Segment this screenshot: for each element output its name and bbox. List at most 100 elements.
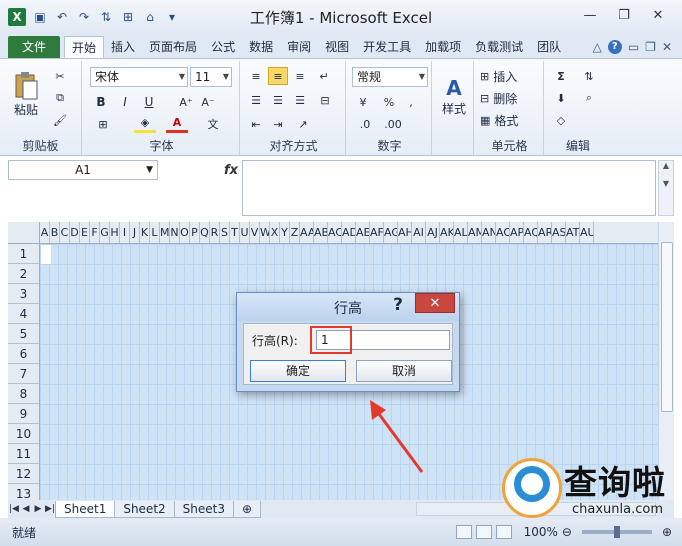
sort-filter-icon[interactable]: ⇅ xyxy=(578,67,600,85)
format-cells-button[interactable]: ▦ 格式 xyxy=(480,111,540,129)
font-color-icon[interactable]: A xyxy=(166,115,188,133)
align-top-icon[interactable]: ≡ xyxy=(246,67,266,85)
column-header[interactable]: R xyxy=(210,222,220,243)
orientation-icon[interactable]: ↗ xyxy=(292,115,314,133)
tab-load-test[interactable]: 负载测试 xyxy=(468,36,530,58)
column-header[interactable]: AG xyxy=(384,222,398,243)
column-header[interactable]: J xyxy=(130,222,140,243)
currency-icon[interactable]: ¥ xyxy=(352,93,374,111)
comma-icon[interactable]: , xyxy=(402,93,420,111)
zoom-slider[interactable] xyxy=(581,526,652,538)
font-size-combo[interactable]: 11 ▼ xyxy=(190,67,232,87)
row-header[interactable]: 12 xyxy=(8,464,39,484)
filter-icon[interactable]: ⊞ xyxy=(120,9,136,25)
fill-icon[interactable]: ⬇ xyxy=(550,89,572,107)
tab-insert[interactable]: 插入 xyxy=(104,36,142,58)
column-header[interactable]: I xyxy=(120,222,130,243)
column-header[interactable]: S xyxy=(220,222,230,243)
percent-button[interactable]: % xyxy=(380,93,398,111)
sort-icon[interactable]: ⇅ xyxy=(98,9,114,25)
merge-center-icon[interactable]: ⊟ xyxy=(314,91,336,109)
autosum-icon[interactable]: Σ xyxy=(550,67,572,85)
vertical-scroll-thumb[interactable] xyxy=(661,242,673,412)
row-header[interactable]: 5 xyxy=(8,324,39,344)
close-window-icon[interactable]: ✕ xyxy=(642,4,674,26)
help-icon[interactable]: ? xyxy=(607,40,622,54)
font-name-combo[interactable]: 宋体 ▼ xyxy=(90,67,188,87)
save-icon[interactable]: ▣ xyxy=(32,9,48,25)
prev-sheet-icon[interactable]: ◀ xyxy=(20,504,32,514)
column-header[interactable]: W xyxy=(260,222,270,243)
tab-data[interactable]: 数据 xyxy=(242,36,280,58)
grow-font-icon[interactable]: A⁺ xyxy=(176,93,196,111)
paste-button[interactable]: 粘贴 xyxy=(8,65,44,123)
align-middle-icon[interactable]: ≡ xyxy=(268,67,288,85)
restore-icon[interactable]: ❐ xyxy=(608,4,640,26)
column-header[interactable]: T xyxy=(230,222,240,243)
first-sheet-icon[interactable]: |◀ xyxy=(8,504,20,514)
column-header[interactable]: P xyxy=(190,222,200,243)
active-cell-a1[interactable] xyxy=(41,245,51,264)
find-select-icon[interactable]: ⌕ xyxy=(578,89,600,107)
column-header[interactable]: F xyxy=(90,222,100,243)
insert-sheet-icon[interactable]: ⊕ xyxy=(232,500,262,518)
ribbon-close-icon[interactable]: ✕ xyxy=(662,40,672,54)
decrease-indent-icon[interactable]: ⇤ xyxy=(246,115,266,133)
column-header[interactable]: AA xyxy=(300,222,314,243)
shrink-font-icon[interactable]: A⁻ xyxy=(198,93,218,111)
delete-cells-button[interactable]: ⊟ 删除 xyxy=(480,89,540,107)
column-header[interactable]: AF xyxy=(370,222,384,243)
tab-developer[interactable]: 开发工具 xyxy=(356,36,418,58)
column-header[interactable]: V xyxy=(250,222,260,243)
decrease-decimal-icon[interactable]: .00 xyxy=(380,115,406,133)
column-header[interactable]: AN xyxy=(482,222,496,243)
tab-team[interactable]: 团队 xyxy=(530,36,568,58)
column-header[interactable]: AM xyxy=(468,222,482,243)
column-header[interactable]: D xyxy=(70,222,80,243)
tab-view[interactable]: 视图 xyxy=(318,36,356,58)
column-header[interactable]: AS xyxy=(552,222,566,243)
column-header[interactable]: AI xyxy=(412,222,426,243)
tab-home[interactable]: 开始 xyxy=(64,36,105,58)
sheet-tab-sheet2[interactable]: Sheet2 xyxy=(114,500,175,518)
row-header[interactable]: 11 xyxy=(8,444,39,464)
column-header[interactable]: AH xyxy=(398,222,412,243)
ok-button[interactable]: 确定 xyxy=(250,360,346,382)
name-box[interactable]: A1 ▼ xyxy=(8,160,158,180)
column-header[interactable]: A xyxy=(40,222,50,243)
copy-icon[interactable]: ⧉ xyxy=(50,89,70,107)
column-header[interactable]: AL xyxy=(454,222,468,243)
select-all-corner[interactable] xyxy=(8,222,40,244)
tab-formulas[interactable]: 公式 xyxy=(204,36,242,58)
ribbon-restore-icon[interactable]: ❐ xyxy=(645,40,656,54)
row-header[interactable]: 7 xyxy=(8,364,39,384)
wrap-text-icon[interactable]: ↵ xyxy=(314,67,334,85)
column-header[interactable]: G xyxy=(100,222,110,243)
column-header[interactable]: AK xyxy=(440,222,454,243)
align-left-icon[interactable]: ☰ xyxy=(246,91,266,109)
column-header[interactable]: AP xyxy=(510,222,524,243)
format-painter-icon[interactable]: 🖌 xyxy=(50,111,70,129)
sheet-tab-sheet3[interactable]: Sheet3 xyxy=(173,500,234,518)
italic-button[interactable]: I xyxy=(116,93,134,111)
column-header[interactable]: O xyxy=(180,222,190,243)
tab-page-layout[interactable]: 页面布局 xyxy=(142,36,204,58)
row-header[interactable]: 2 xyxy=(8,264,39,284)
tab-addins[interactable]: 加载项 xyxy=(418,36,468,58)
row-header[interactable]: 8 xyxy=(8,384,39,404)
insert-cells-button[interactable]: ⊞ 插入 xyxy=(480,67,540,85)
row-header[interactable]: 13 xyxy=(8,484,39,500)
customize-qat-icon[interactable]: ▾ xyxy=(164,9,180,25)
align-bottom-icon[interactable]: ≡ xyxy=(290,67,310,85)
tab-review[interactable]: 审阅 xyxy=(280,36,318,58)
column-header[interactable]: AD xyxy=(342,222,356,243)
column-header[interactable]: Z xyxy=(290,222,300,243)
styles-button[interactable]: A 样式 xyxy=(440,67,468,125)
column-header[interactable]: AU xyxy=(580,222,594,243)
formula-bar-expand[interactable]: ▲ ▼ xyxy=(658,160,674,216)
cut-icon[interactable]: ✂ xyxy=(50,67,70,85)
column-header[interactable]: AJ xyxy=(426,222,440,243)
row-header[interactable]: 10 xyxy=(8,424,39,444)
sheet-tab-sheet1[interactable]: Sheet1 xyxy=(55,500,116,518)
column-header[interactable]: AB xyxy=(314,222,328,243)
